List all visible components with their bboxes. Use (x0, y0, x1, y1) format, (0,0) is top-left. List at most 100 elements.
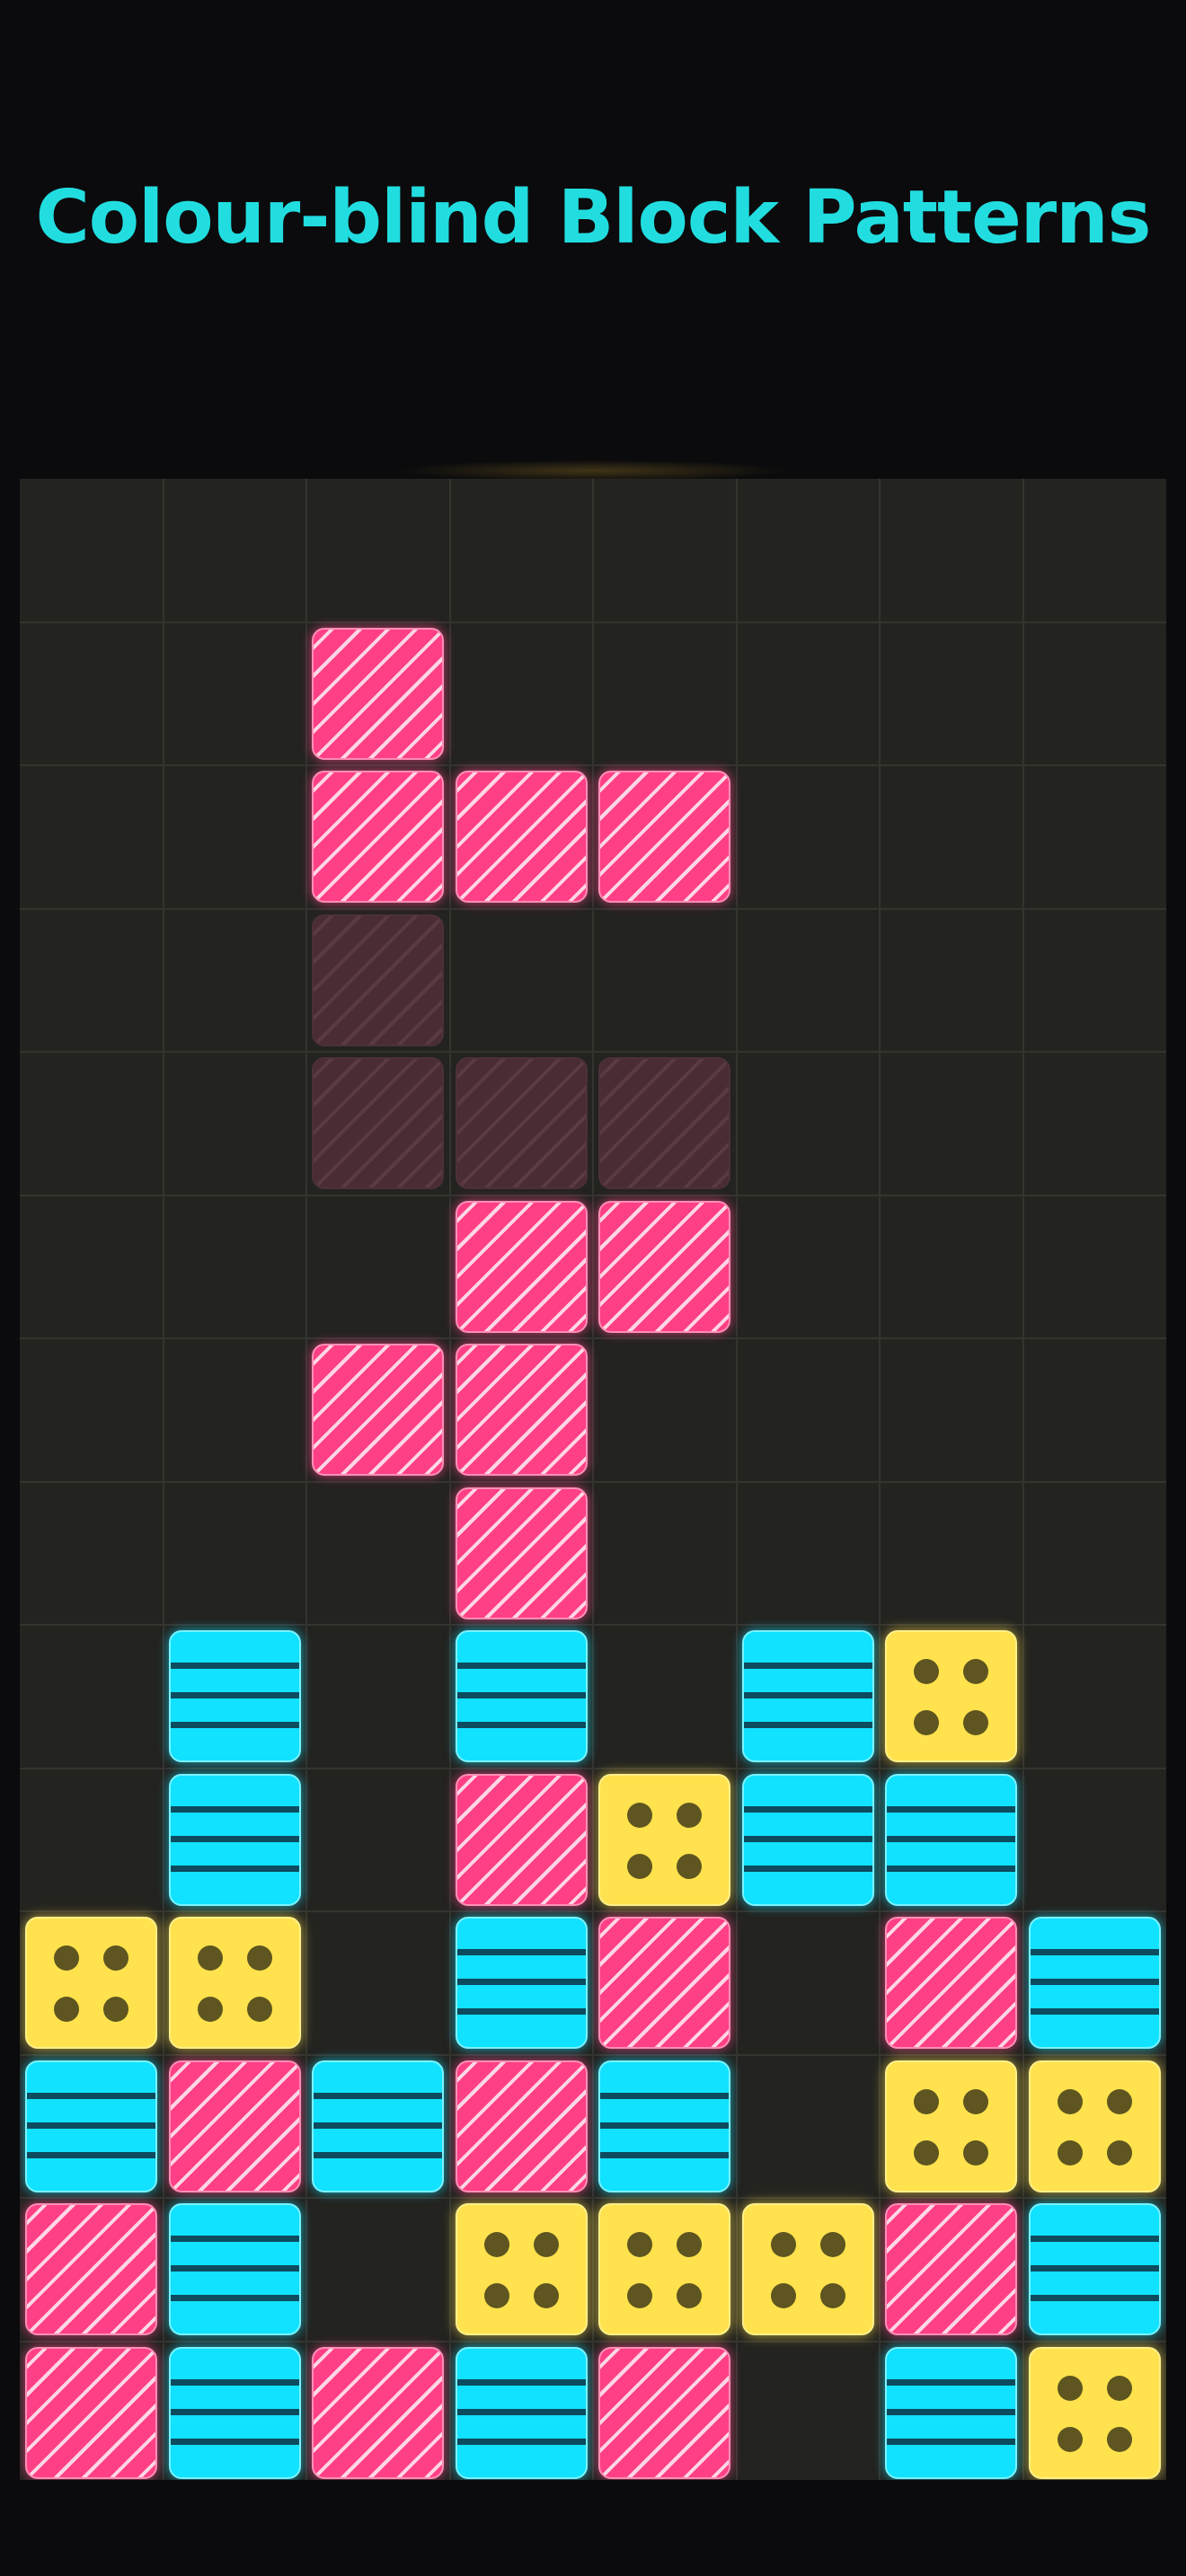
game-board[interactable] (20, 479, 1166, 2480)
pink-block (312, 1344, 444, 1476)
dot-pattern (963, 2088, 988, 2114)
stripe-pattern (887, 1865, 1015, 1872)
stripe-pattern (456, 1949, 586, 1955)
yellow-block (598, 2203, 730, 2335)
stripe-pattern (600, 2122, 729, 2129)
grid-line-vertical (735, 479, 738, 2480)
yellow-block (455, 2203, 588, 2335)
pink-block (168, 2060, 301, 2192)
yellow-block (1028, 2060, 1161, 2192)
grid-line-horizontal (20, 1624, 1166, 1626)
stripe-pattern (170, 2265, 299, 2272)
ghost-block (598, 1057, 730, 1189)
dot-pattern (1057, 2088, 1083, 2114)
cyan-block (168, 1773, 301, 1906)
stripe-pattern (170, 1692, 299, 1698)
cyan-block (312, 2060, 444, 2192)
dot-pattern (770, 2283, 796, 2308)
pink-block (885, 1917, 1017, 2049)
stripe-pattern (600, 2151, 729, 2158)
pink-block (598, 1917, 730, 2049)
stripe-pattern (456, 2008, 586, 2015)
stripe-pattern (27, 2122, 155, 2129)
dot-pattern (1057, 2375, 1083, 2401)
ghost-block (312, 1057, 444, 1189)
dot-pattern (677, 1802, 702, 1828)
dot-pattern (483, 2283, 509, 2308)
yellow-block (598, 1773, 730, 1906)
dot-pattern (1106, 2139, 1132, 2166)
pink-block (598, 1200, 730, 1333)
stripe-pattern (314, 2122, 442, 2129)
dot-pattern (1106, 2088, 1132, 2114)
stripe-pattern (456, 2438, 586, 2445)
grid-line-horizontal (20, 907, 1166, 910)
dot-pattern (627, 2283, 652, 2308)
stripe-pattern (456, 2408, 586, 2415)
stripe-pattern (170, 2236, 299, 2242)
stripe-pattern (170, 1835, 299, 1842)
grid-line-horizontal (20, 1767, 1166, 1769)
stripe-pattern (1030, 2008, 1159, 2015)
stripe-pattern (170, 1865, 299, 1872)
pink-block (598, 2346, 730, 2479)
grid-line-horizontal (20, 1337, 1166, 1339)
cyan-block (25, 2060, 157, 2192)
pink-block (455, 2060, 588, 2192)
dot-pattern (533, 2283, 559, 2308)
grid-line-vertical (592, 479, 594, 2480)
dot-pattern (770, 2232, 796, 2257)
pink-block (312, 771, 444, 903)
grid-line-vertical (879, 479, 881, 2480)
stripe-pattern (887, 2408, 1015, 2415)
pink-block (25, 2346, 157, 2479)
dot-pattern (103, 1997, 128, 2022)
dot-pattern (677, 1853, 702, 1879)
pink-block (455, 1486, 588, 1619)
stripe-pattern (743, 1865, 872, 1872)
dot-pattern (1106, 2426, 1132, 2452)
dot-pattern (914, 2139, 939, 2166)
pink-block (455, 1200, 588, 1333)
pink-block (455, 1773, 588, 1906)
grid-line-vertical (448, 479, 451, 2480)
grid-line-horizontal (20, 2053, 1166, 2056)
cyan-block (885, 1773, 1017, 1906)
grid-line-horizontal (20, 621, 1166, 623)
cyan-block (741, 1773, 874, 1906)
stripe-pattern (456, 1722, 586, 1728)
dot-pattern (54, 1997, 79, 2022)
stripe-pattern (743, 1663, 872, 1669)
dot-pattern (677, 2232, 702, 2257)
cyan-block (168, 1630, 301, 1762)
stripe-pattern (887, 2438, 1015, 2445)
page-title: Colour-blind Block Patterns (35, 175, 1152, 260)
dot-pattern (914, 1659, 939, 1684)
stripe-pattern (1030, 2265, 1159, 2272)
stripe-pattern (456, 1692, 586, 1698)
grid-line-vertical (1022, 479, 1024, 2480)
yellow-block (741, 2203, 874, 2335)
ghost-block (455, 1057, 588, 1189)
stripe-pattern (743, 1835, 872, 1842)
stripe-pattern (314, 2151, 442, 2158)
stripe-pattern (170, 1663, 299, 1669)
dot-pattern (914, 1710, 939, 1735)
pink-block (312, 627, 444, 760)
yellow-block (885, 1630, 1017, 1762)
dot-pattern (246, 1945, 272, 1971)
dot-pattern (914, 2088, 939, 2114)
cyan-block (598, 2060, 730, 2192)
cyan-block (455, 1917, 588, 2049)
stripe-pattern (170, 2378, 299, 2386)
pink-block (598, 771, 730, 903)
pink-block (25, 2203, 157, 2335)
yellow-block (1028, 2346, 1161, 2479)
pink-block (312, 2346, 444, 2479)
dot-pattern (627, 1802, 652, 1828)
stripe-pattern (170, 2408, 299, 2415)
stripe-pattern (456, 2378, 586, 2386)
dot-pattern (963, 1659, 988, 1684)
cyan-block (168, 2203, 301, 2335)
dot-pattern (197, 1997, 223, 2022)
